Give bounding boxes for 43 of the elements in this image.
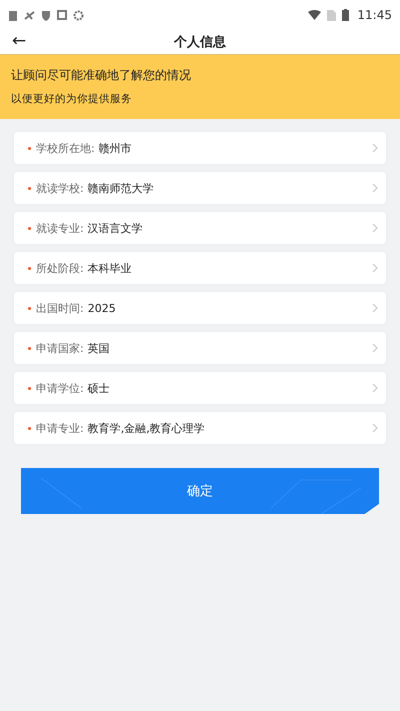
chevron-icon xyxy=(372,223,378,233)
form-row[interactable]: 出国时间: 2025 xyxy=(14,292,386,324)
field-value: 硕士 xyxy=(88,380,111,396)
form-row[interactable]: 就读学校: 赣南师范大学 xyxy=(14,172,386,204)
battery-icon xyxy=(342,9,350,21)
form-row[interactable]: 申请学位: 硕士 xyxy=(14,372,386,404)
field-value: 赣州市 xyxy=(98,140,133,156)
field-value: 教育学,金融,教育心理学 xyxy=(88,420,206,436)
confirm-button[interactable]: 确定 xyxy=(21,468,379,514)
sim-icon xyxy=(327,10,336,20)
page-title: 个人信息 xyxy=(174,34,226,51)
chevron-icon xyxy=(372,343,378,353)
form-row[interactable]: 申请国家: 英国 xyxy=(14,332,386,364)
field-label: 申请国家: xyxy=(36,340,84,356)
form-row[interactable]: 申请专业: 教育学,金融,教育心理学 xyxy=(14,412,386,444)
form-row[interactable]: 就读专业: 汉语言文学 xyxy=(14,212,386,244)
field-label: 申请学位: xyxy=(36,380,84,396)
chevron-icon xyxy=(372,423,378,433)
field-label: 所处阶段: xyxy=(36,260,84,276)
field-value: 英国 xyxy=(88,340,111,356)
banner-title: 让顾问尽可能准确地了解您的情况 xyxy=(11,67,192,84)
field-label: 学校所在地: xyxy=(36,140,95,156)
field-label: 就读专业: xyxy=(36,220,84,236)
shield-icon xyxy=(41,10,51,20)
back-button[interactable]: ← xyxy=(10,30,28,52)
field-label: 就读学校: xyxy=(36,180,84,196)
field-value: 赣南师范大学 xyxy=(88,180,155,196)
field-label: 出国时间: xyxy=(36,300,84,316)
banner-subtitle: 以便更好的为你提供服务 xyxy=(11,92,133,106)
photo-icon xyxy=(57,10,67,20)
field-label: 申请专业: xyxy=(36,420,84,436)
chevron-icon xyxy=(372,263,378,273)
field-value: 汉语言文学 xyxy=(88,220,144,236)
field-value: 2025 xyxy=(88,302,117,314)
chevron-icon xyxy=(372,183,378,193)
chevron-icon xyxy=(372,383,378,393)
wifi-icon xyxy=(308,10,322,20)
form-row[interactable]: 学校所在地: 赣州市 xyxy=(14,132,386,164)
field-value: 本科毕业 xyxy=(88,260,133,276)
chevron-icon xyxy=(372,303,378,313)
chevron-icon xyxy=(372,143,378,153)
status-time: 11:45 xyxy=(357,8,392,22)
form-row[interactable]: 所处阶段: 本科毕业 xyxy=(14,252,386,284)
